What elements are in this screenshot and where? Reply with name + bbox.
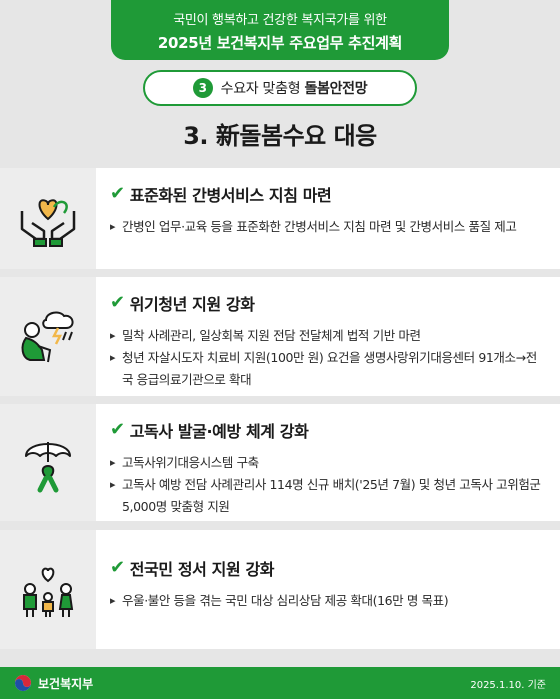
taegeuk-emblem-icon [15,675,31,691]
icon-panel [0,277,96,396]
date-stamp: 2025.1.10. 기준 [470,679,546,691]
section-title: ✔ 표준화된 간병서비스 지침 마련 [110,183,332,206]
footer: 보건복지부 2025.1.10. 기준 [0,667,560,699]
icon-panel [0,530,96,649]
icon-panel [0,404,96,521]
ministry-name: 보건복지부 [38,676,94,691]
check-icon: ✔ [110,419,125,440]
list-item: 밀착 사례관리, 일상회복 지원 전담 전달체계 법적 기반 마련 [110,325,544,347]
check-icon: ✔ [110,557,125,578]
header-subtitle: 국민이 행복하고 건강한 복지국가를 위한 [173,13,387,28]
header-title: 2025년 보건복지부 주요업무 추진계획 [157,34,403,52]
distressed-person-icon [21,311,74,362]
check-icon: ✔ [110,183,125,204]
bullet-list: 밀착 사례관리, 일상회복 지원 전담 전달체계 법적 기반 마련 청년 자살시… [110,325,544,391]
bullet-list: 고독사위기대응시스템 구축 고독사 예방 전담 사례관리사 114명 신규 배치… [110,452,544,518]
section-youth: ✔ 위기청년 지원 강화 밀착 사례관리, 일상회복 지원 전담 전달체계 법적… [0,277,560,396]
list-item: 간병인 업무·교육 등을 표준화한 간병서비스 지침 마련 및 간병서비스 품질… [110,216,544,238]
hands-heart-icon [20,198,76,247]
strategy-pill: 3 수요자 맞춤형 돌봄안전망 [143,70,417,106]
section-lonely-death: ✔ 고독사 발굴·예방 체계 강화 고독사위기대응시스템 구축 고독사 예방 전… [0,404,560,521]
list-item: 청년 자살시도자 치료비 지원(100만 원) 요건을 생명사랑위기대응센터 9… [110,347,544,391]
section-caregiver: ✔ 표준화된 간병서비스 지침 마련 간병인 업무·교육 등을 표준화한 간병서… [0,168,560,269]
bullet-list: 간병인 업무·교육 등을 표준화한 간병서비스 지침 마련 및 간병서비스 품질… [110,216,544,238]
section-title: ✔ 위기청년 지원 강화 [110,292,255,315]
page-title: 3. 新돌봄수요 대응 [183,122,377,150]
check-icon: ✔ [110,292,125,313]
section-title: ✔ 전국민 정서 지원 강화 [110,557,275,580]
header-banner: 국민이 행복하고 건강한 복지국가를 위한 2025년 보건복지부 주요업무 추… [111,0,449,60]
pill-strong-text: 돌봄안전망 [304,81,368,97]
ministry-logo: 보건복지부 [14,674,93,692]
umbrella-ribbon-icon [25,441,71,492]
family-heart-icon [23,567,74,617]
section-title: ✔ 고독사 발굴·예방 체계 강화 [110,419,309,442]
pill-text: 수요자 맞춤형 돌봄안전망 [220,81,368,97]
list-item: 우울·불안 등을 겪는 국민 대상 심리상담 제공 확대(16만 명 목표) [110,590,544,612]
pill-number: 3 [192,78,213,98]
icon-panel [0,168,96,269]
section-emotional-support: ✔ 전국민 정서 지원 강화 우울·불안 등을 겪는 국민 대상 심리상담 제공… [0,530,560,649]
list-item: 고독사위기대응시스템 구축 [110,452,544,474]
list-item: 고독사 예방 전담 사례관리사 114명 신규 배치('25년 7월) 및 청년… [110,474,544,518]
bullet-list: 우울·불안 등을 겪는 국민 대상 심리상담 제공 확대(16만 명 목표) [110,590,544,612]
